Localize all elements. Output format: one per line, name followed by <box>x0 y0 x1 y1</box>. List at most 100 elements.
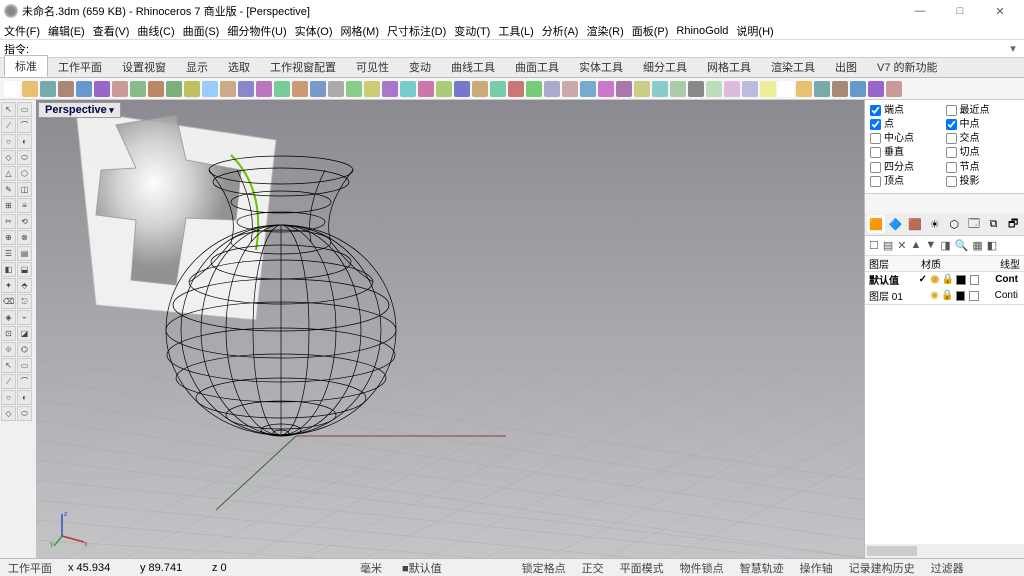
toolbar-button[interactable] <box>472 81 488 97</box>
osnap-option[interactable]: 投影 <box>945 175 1021 189</box>
toolbar-button[interactable] <box>22 81 38 97</box>
toolbar-tab[interactable]: 标准 <box>4 55 48 77</box>
panel-tab-icon[interactable]: ⧉ <box>985 215 1003 233</box>
toolbar-button[interactable] <box>436 81 452 97</box>
osnap-option[interactable]: 四分点 <box>869 161 945 175</box>
status-toggle[interactable]: 智慧轨迹 <box>736 560 788 576</box>
menu-item[interactable]: 查看(V) <box>93 23 130 39</box>
status-unit[interactable]: 毫米 <box>356 560 386 576</box>
toolbar-button[interactable] <box>310 81 326 97</box>
toolbar-button[interactable] <box>670 81 686 97</box>
tool-button[interactable]: ◧ <box>1 262 16 277</box>
tool-button[interactable]: ↖ <box>1 358 16 373</box>
menu-item[interactable]: 文件(F) <box>4 23 40 39</box>
toolbar-button[interactable] <box>832 81 848 97</box>
tool-button[interactable]: ⌬ <box>17 342 32 357</box>
layer-header-linetype[interactable]: 线型 <box>967 256 1024 271</box>
osnap-option[interactable]: 交点 <box>945 132 1021 146</box>
tool-button[interactable]: ⬡ <box>17 166 32 181</box>
menu-item[interactable]: 曲面(S) <box>183 23 220 39</box>
status-toggle[interactable]: 记录建构历史 <box>845 560 919 576</box>
osnap-checkbox[interactable] <box>945 176 956 187</box>
tool-button[interactable]: ⟐ <box>1 342 16 357</box>
toolbar-button[interactable] <box>4 81 20 97</box>
tool-button[interactable]: ⊗ <box>17 230 32 245</box>
status-cplane[interactable]: 工作平面 <box>4 560 56 576</box>
close-button[interactable]: ✕ <box>980 0 1020 22</box>
tool-button[interactable]: ◪ <box>17 326 32 341</box>
tool-button[interactable]: ⊞ <box>1 198 16 213</box>
menu-item[interactable]: 分析(A) <box>542 23 579 39</box>
command-input[interactable] <box>33 43 1006 55</box>
toolbar-button[interactable] <box>418 81 434 97</box>
tool-button[interactable]: ⬭ <box>17 406 32 421</box>
toolbar-tab[interactable]: 曲面工具 <box>505 57 569 77</box>
horizontal-scrollbar[interactable] <box>865 544 1024 558</box>
toolbar-button[interactable] <box>220 81 236 97</box>
panel-tab-icon[interactable]: 🔷 <box>887 215 905 233</box>
osnap-option[interactable]: 中心点 <box>869 132 945 146</box>
toolbar-button[interactable] <box>346 81 362 97</box>
status-toggle[interactable]: 物件锁点 <box>676 560 728 576</box>
layer-tool-icon[interactable]: ◨ <box>940 239 950 252</box>
toolbar-button[interactable] <box>706 81 722 97</box>
toolbar-tab[interactable]: 曲线工具 <box>441 57 505 77</box>
toolbar-button[interactable] <box>652 81 668 97</box>
osnap-checkbox[interactable] <box>870 133 881 144</box>
tool-button[interactable]: ◇ <box>1 150 16 165</box>
tool-button[interactable]: ✂ <box>1 214 16 229</box>
tool-button[interactable]: ⌒ <box>17 374 32 389</box>
toolbar-button[interactable] <box>238 81 254 97</box>
layer-header-material[interactable]: 材质 <box>921 256 967 271</box>
toolbar-button[interactable] <box>292 81 308 97</box>
toolbar-button[interactable] <box>868 81 884 97</box>
tool-button[interactable]: ◐ <box>17 390 32 405</box>
osnap-option[interactable]: 节点 <box>945 161 1021 175</box>
toolbar-tab[interactable]: 工作平面 <box>48 57 112 77</box>
tool-button[interactable]: ⟋ <box>1 374 16 389</box>
toolbar-tab[interactable]: 可见性 <box>346 57 399 77</box>
tool-button[interactable]: ○ <box>1 134 16 149</box>
panel-tab-icon[interactable]: 🟫 <box>906 215 924 233</box>
tool-button[interactable]: ◫ <box>17 182 32 197</box>
toolbar-button[interactable] <box>202 81 218 97</box>
osnap-option[interactable]: 顶点 <box>869 175 945 189</box>
panel-tab-icon[interactable]: 🗔 <box>965 215 983 233</box>
osnap-checkbox[interactable] <box>945 133 956 144</box>
toolbar-button[interactable] <box>274 81 290 97</box>
tool-button[interactable]: ⬭ <box>17 150 32 165</box>
osnap-option[interactable]: 中点 <box>945 118 1021 132</box>
toolbar-tab[interactable]: 渲染工具 <box>761 57 825 77</box>
tool-button[interactable]: ☰ <box>1 246 16 261</box>
layer-row[interactable]: 图层 01◉🔒Conti <box>865 288 1024 304</box>
menu-item[interactable]: 渲染(R) <box>586 23 623 39</box>
osnap-option[interactable]: 切点 <box>945 146 1021 160</box>
menu-item[interactable]: 编辑(E) <box>48 23 85 39</box>
status-toggle[interactable]: 操作轴 <box>796 560 837 576</box>
toolbar-button[interactable] <box>886 81 902 97</box>
osnap-checkbox[interactable] <box>945 162 956 173</box>
panel-tab-icon[interactable]: 🗗 <box>1004 215 1022 233</box>
tool-button[interactable]: ⌫ <box>1 294 16 309</box>
osnap-checkbox[interactable] <box>870 119 881 130</box>
toolbar-tab[interactable]: 设置视窗 <box>112 57 176 77</box>
layer-tool-icon[interactable]: ✕ <box>897 239 906 252</box>
tool-button[interactable]: △ <box>1 166 16 181</box>
osnap-checkbox[interactable] <box>945 105 956 116</box>
menu-item[interactable]: 实体(O) <box>295 23 333 39</box>
layer-tool-icon[interactable]: ☐ <box>869 239 879 252</box>
osnap-checkbox[interactable] <box>945 119 956 130</box>
toolbar-button[interactable] <box>544 81 560 97</box>
tool-button[interactable]: ⊡ <box>1 326 16 341</box>
status-toggle[interactable]: 锁定格点 <box>518 560 570 576</box>
tool-button[interactable]: ⬓ <box>17 262 32 277</box>
tool-button[interactable]: ◇ <box>1 406 16 421</box>
menu-item[interactable]: 尺寸标注(D) <box>387 23 446 39</box>
toolbar-button[interactable] <box>490 81 506 97</box>
toolbar-button[interactable] <box>112 81 128 97</box>
status-toggle[interactable]: 正交 <box>578 560 608 576</box>
tool-button[interactable]: ✦ <box>1 278 16 293</box>
tool-button[interactable]: ⬘ <box>17 278 32 293</box>
toolbar-tab[interactable]: V7 的新功能 <box>867 57 948 77</box>
toolbar-tab[interactable]: 网格工具 <box>697 57 761 77</box>
